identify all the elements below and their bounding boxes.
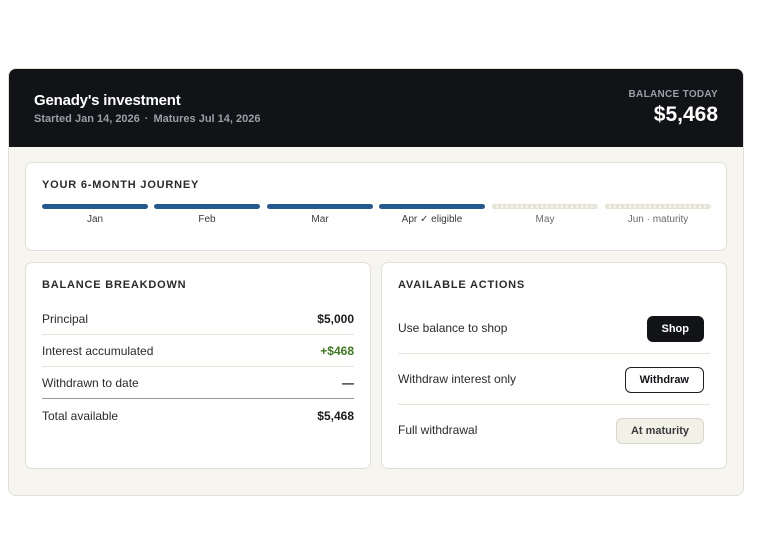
investment-header: Genady's investment Started Jan 14, 2026… [9, 69, 743, 147]
shop-button[interactable]: Shop [646, 316, 704, 342]
balance-today-label: BALANCE TODAY [628, 89, 718, 100]
action-row-withdraw-interest: Withdraw interest only Withdraw [398, 354, 710, 405]
action-label: Withdraw interest only [398, 372, 517, 386]
action-row-full-withdrawal: Full withdrawal At maturity [398, 405, 710, 456]
month-may: May [492, 204, 598, 234]
investment-dates: Started Jan 14, 2026 · Matures Jul 14, 202… [34, 113, 260, 125]
breakdown-row-principal: Principal $5,000 [42, 303, 354, 335]
available-actions-panel: AVAILABLE ACTIONS Use balance to shop Sh… [381, 262, 727, 469]
month-progress-bar [267, 204, 373, 209]
breakdown-row-withdrawn: Withdrawn to date — [42, 367, 354, 399]
row-label: Principal [42, 312, 89, 326]
action-label: Full withdrawal [398, 423, 478, 437]
investment-card: Genady's investment Started Jan 14, 2026… [8, 68, 744, 496]
month-label: Feb [198, 214, 216, 225]
balance-today-value: $5,468 [653, 103, 718, 126]
action-label: Use balance to shop [398, 321, 508, 335]
breakdown-row-total: Total available $5,468 [42, 400, 354, 432]
withdraw-button[interactable]: Withdraw [624, 367, 704, 393]
at-maturity-button[interactable]: At maturity [615, 418, 704, 444]
month-progress-bar [42, 204, 148, 209]
month-progress-bar [154, 204, 260, 209]
month-label: Jan [86, 214, 104, 225]
row-value: +$468 [320, 344, 354, 358]
breakdown-title: BALANCE BREAKDOWN [42, 279, 187, 291]
journey-title: YOUR 6-MONTH JOURNEY [42, 179, 200, 191]
row-value: $5,468 [317, 409, 354, 423]
month-label: May [535, 214, 555, 225]
month-label: Apr ✓ eligible [401, 214, 463, 225]
month-progress-bar-pending [605, 204, 711, 209]
date-separator: · [144, 113, 149, 125]
start-date: Started Jan 14, 2026 [34, 113, 140, 125]
actions-title: AVAILABLE ACTIONS [398, 279, 526, 291]
row-value: — [342, 376, 354, 390]
balance-breakdown-panel: BALANCE BREAKDOWN Principal $5,000 Inter… [25, 262, 371, 469]
month-progress-bar-pending [492, 204, 598, 209]
row-label: Withdrawn to date [42, 376, 139, 390]
action-row-shop: Use balance to shop Shop [398, 303, 710, 354]
journey-timeline: Jan Feb Mar Apr ✓ eligible May Jun · mat… [42, 204, 711, 234]
row-value: $5,000 [317, 312, 354, 326]
journey-panel: YOUR 6-MONTH JOURNEY Jan Feb Mar Apr ✓ e… [25, 162, 727, 251]
breakdown-row-interest: Interest accumulated +$468 [42, 335, 354, 367]
row-label: Interest accumulated [42, 344, 154, 358]
month-label: Mar [311, 214, 329, 225]
investment-title: Genady's investment [34, 92, 181, 109]
month-feb: Feb [154, 204, 260, 234]
month-label: Jun · maturity [627, 214, 689, 225]
month-jan: Jan [42, 204, 148, 234]
month-progress-bar [379, 204, 485, 209]
maturity-date: Matures Jul 14, 2026 [153, 113, 261, 125]
month-mar: Mar [267, 204, 373, 234]
month-jun: Jun · maturity [605, 204, 711, 234]
month-apr: Apr ✓ eligible [379, 204, 485, 234]
row-label: Total available [42, 409, 119, 423]
